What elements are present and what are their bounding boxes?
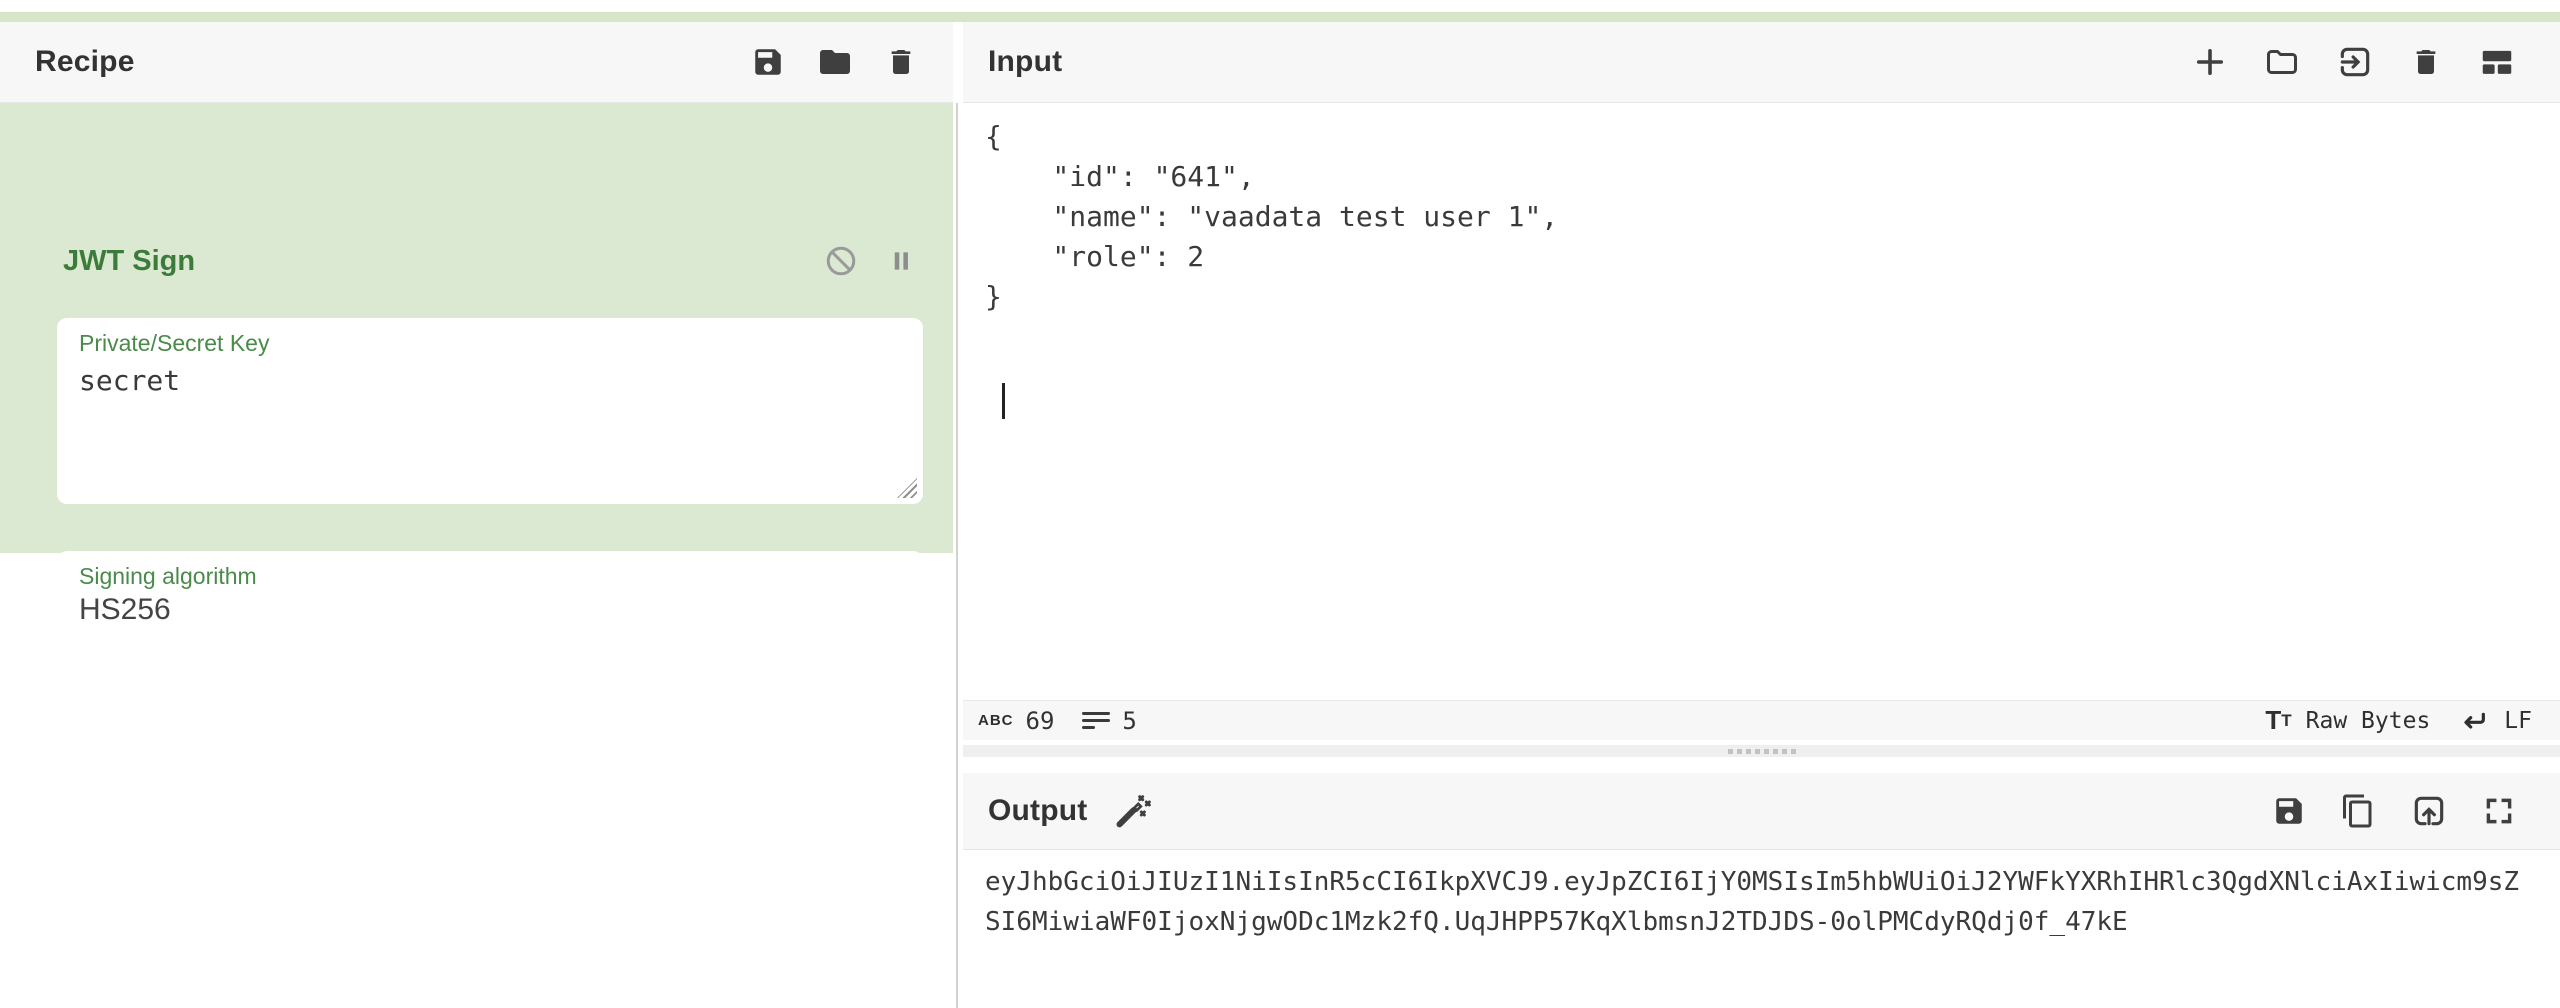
char-count-group: ABC 69: [978, 707, 1054, 735]
signing-algorithm-label: Signing algorithm: [79, 563, 257, 590]
signing-algorithm-value: HS256: [79, 593, 171, 627]
output-area[interactable]: eyJhbGciOiJIUzI1NiIsInR5cCI6IkpXVCJ9.eyJ…: [963, 850, 2560, 1008]
line-ending-toggle[interactable]: LF: [2504, 708, 2532, 734]
text-cursor: [1002, 383, 1005, 419]
input-textarea[interactable]: { "id": "641", "name": "vaadata test use…: [963, 103, 2560, 700]
textarea-resize-handle[interactable]: [897, 478, 917, 498]
folder-icon[interactable]: [817, 44, 853, 80]
folder-open-icon[interactable]: [2264, 44, 2300, 80]
recipe-title: Recipe: [35, 45, 135, 79]
private-secret-key-field[interactable]: Private/Secret Key secret: [57, 318, 923, 504]
replace-input-icon[interactable]: [2410, 792, 2448, 830]
line-ending-icon: [2458, 705, 2490, 737]
output-text: eyJhbGciOiJIUzI1NiIsInR5cCI6IkpXVCJ9.eyJ…: [985, 862, 2527, 942]
magic-wand-icon[interactable]: [1112, 791, 1152, 831]
maximise-icon[interactable]: [2482, 794, 2516, 828]
signing-algorithm-select[interactable]: Signing algorithm HS256: [57, 551, 923, 631]
char-count-value: 69: [1026, 707, 1055, 735]
character-encoding-toggle[interactable]: Raw Bytes: [2306, 708, 2431, 734]
private-secret-key-value: secret: [79, 364, 180, 397]
trash-icon[interactable]: [2410, 46, 2442, 78]
input-header: Input: [963, 22, 2560, 103]
open-input-icon[interactable]: [2336, 43, 2374, 81]
layout-icon[interactable]: [2478, 43, 2516, 81]
char-count-icon: ABC: [978, 712, 1014, 729]
disable-icon[interactable]: [823, 243, 859, 279]
private-secret-key-label: Private/Secret Key: [79, 330, 269, 357]
save-icon[interactable]: [751, 45, 785, 79]
input-status-bar: ABC 69 5 TT Raw Bytes LF: [963, 700, 2560, 740]
operation-jwt-sign[interactable]: JWT Sign Private/Secret Key secret Signi…: [0, 103, 953, 553]
output-header: Output: [963, 773, 2560, 850]
input-title: Input: [988, 45, 1062, 79]
output-title: Output: [988, 794, 1088, 828]
copy-icon[interactable]: [2340, 793, 2376, 829]
top-accent-strip: [0, 12, 2560, 22]
line-count-value: 5: [1122, 707, 1136, 735]
line-count-group: 5: [1082, 707, 1136, 735]
line-count-icon: [1082, 708, 1110, 733]
panel-divider[interactable]: [956, 103, 958, 1008]
operation-name: JWT Sign: [63, 245, 195, 278]
splitter-drag-handle[interactable]: [1728, 749, 1796, 754]
cyberchef-app: Recipe JWT Sign: [0, 0, 2560, 1008]
trash-icon[interactable]: [885, 46, 917, 78]
character-encoding-icon: TT: [2265, 705, 2291, 736]
recipe-header: Recipe: [0, 22, 953, 103]
pane-splitter[interactable]: [963, 745, 2560, 757]
save-icon[interactable]: [2272, 794, 2306, 828]
plus-icon[interactable]: [2192, 44, 2228, 80]
pause-icon[interactable]: [885, 245, 917, 277]
input-text: { "id": "641", "name": "vaadata test use…: [985, 117, 1558, 317]
